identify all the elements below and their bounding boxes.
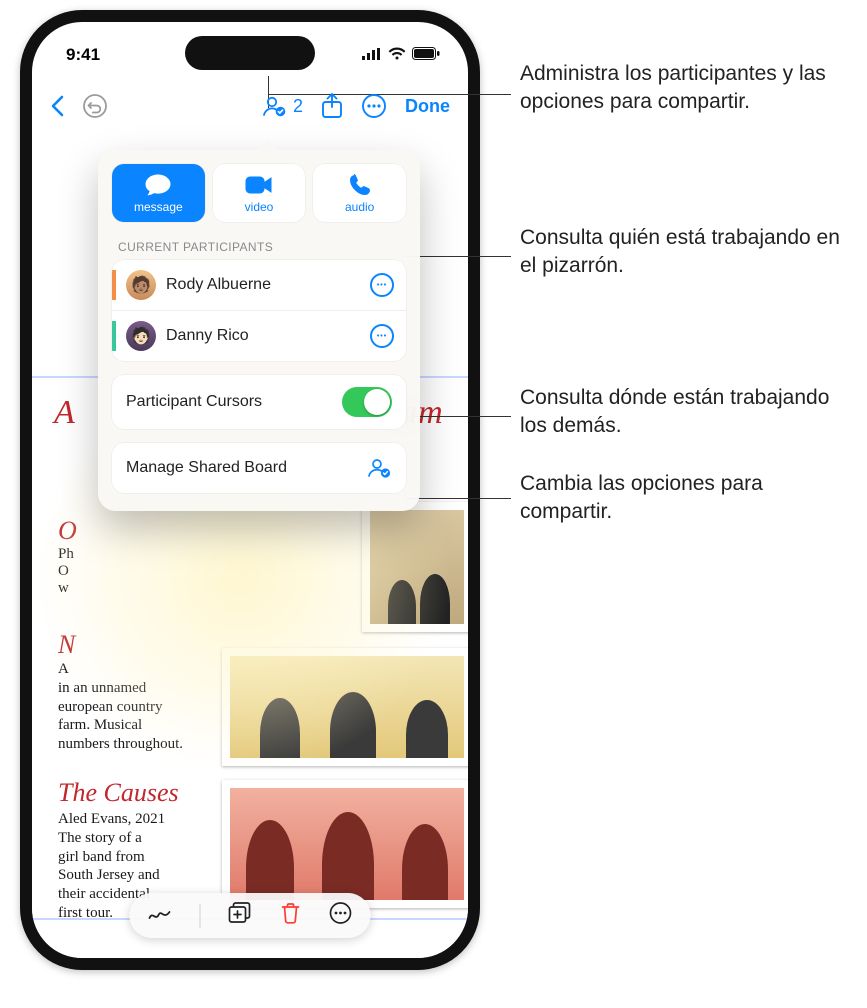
presence-indicator — [112, 321, 116, 351]
board-s3-head: The Causes — [58, 778, 179, 808]
participant-cursors-row[interactable]: Participant Cursors — [112, 375, 406, 429]
app-toolbar: 2 Done — [32, 80, 468, 132]
board-photo-3[interactable] — [222, 780, 468, 908]
message-action[interactable]: message — [112, 164, 205, 222]
board-title-l: A — [54, 394, 76, 432]
message-label: message — [134, 200, 183, 214]
participant-cursors-toggle[interactable] — [342, 387, 392, 417]
participant-name: Danny Rico — [166, 327, 360, 345]
contact-actions: message video audio — [112, 164, 406, 222]
callout-1: Administra los participantes y las opcio… — [520, 60, 850, 117]
board-photo-2[interactable] — [222, 648, 468, 766]
participant-more-button[interactable]: ••• — [370, 273, 394, 297]
participants-heading: CURRENT PARTICIPANTS — [118, 240, 400, 254]
participant-count: 2 — [293, 96, 303, 117]
participant-more-button[interactable]: ••• — [370, 324, 394, 348]
wifi-icon — [388, 45, 406, 65]
add-media-button[interactable] — [229, 902, 253, 929]
back-button[interactable] — [50, 95, 64, 117]
clock: 9:41 — [66, 45, 100, 65]
presence-indicator — [112, 270, 116, 300]
iphone-frame: 9:41 2 — [20, 10, 480, 970]
callout-3: Consulta dónde están trabajando los demá… — [520, 384, 850, 441]
callout-4: Cambia las opciones para compartir. — [520, 470, 850, 527]
board-s1-head: O — [58, 516, 77, 546]
message-icon — [144, 174, 172, 196]
avatar: 🧑🏻 — [126, 321, 156, 351]
participant-name: Rody Albuerne — [166, 276, 360, 294]
status-icons — [362, 45, 440, 65]
manage-shared-board-row[interactable]: Manage Shared Board — [112, 443, 406, 493]
callout-2: Consulta quién está trabajando en el piz… — [520, 224, 850, 281]
video-icon — [245, 174, 273, 196]
collaboration-popover: message video audio CURRENT PARTICIPANTS… — [98, 150, 420, 511]
board-photo-1[interactable] — [362, 502, 468, 632]
collaborate-button[interactable] — [261, 94, 287, 118]
done-button[interactable]: Done — [405, 96, 450, 117]
audio-action[interactable]: audio — [313, 164, 406, 222]
avatar: 🧑🏽 — [126, 270, 156, 300]
share-button[interactable] — [321, 93, 343, 119]
delete-button[interactable] — [281, 902, 301, 929]
canvas-more-button[interactable] — [329, 901, 353, 930]
video-label: video — [245, 200, 274, 214]
video-action[interactable]: video — [213, 164, 306, 222]
manage-shared-board-icon — [366, 455, 392, 481]
participant-cursors-label: Participant Cursors — [126, 393, 262, 411]
participant-row[interactable]: 🧑🏻 Danny Rico ••• — [112, 310, 406, 361]
dynamic-island — [185, 36, 315, 70]
cellular-icon — [362, 45, 382, 65]
participant-row[interactable]: 🧑🏽 Rody Albuerne ••• — [112, 260, 406, 310]
more-button[interactable] — [361, 93, 387, 119]
manage-shared-board-label: Manage Shared Board — [126, 459, 287, 477]
audio-label: audio — [345, 200, 374, 214]
undo-button[interactable] — [82, 93, 108, 119]
board-s2-head: N — [58, 630, 75, 660]
canvas-tools-pill — [130, 893, 371, 938]
battery-icon — [412, 45, 440, 65]
participants-list: 🧑🏽 Rody Albuerne ••• 🧑🏻 Danny Rico ••• — [112, 260, 406, 361]
board-s2-body: A in an unnamed european country farm. M… — [58, 660, 183, 754]
draw-tool-button[interactable] — [148, 903, 172, 928]
phone-icon — [346, 174, 374, 196]
board-s1-body: Ph O w — [58, 546, 74, 597]
